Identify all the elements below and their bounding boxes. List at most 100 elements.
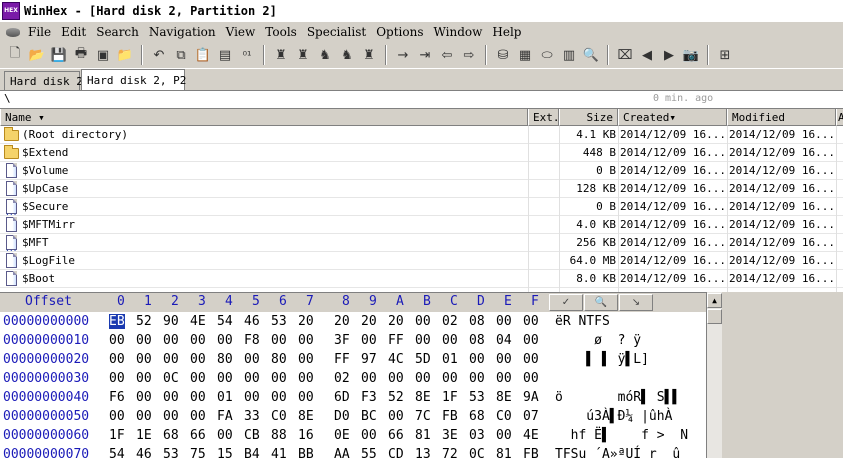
goto-sector-icon[interactable]: ⇥ — [414, 44, 436, 66]
hex-byte[interactable]: 00 — [523, 352, 539, 367]
hex-byte[interactable]: 53 — [469, 390, 485, 405]
copy-icon[interactable]: ⧉ — [170, 44, 192, 66]
hex-byte[interactable]: 00 — [190, 371, 206, 386]
tab-hard-disk-2-p2[interactable]: Hard disk 2, P2 — [81, 69, 186, 91]
hex-byte[interactable]: 00 — [190, 333, 206, 348]
hex-byte[interactable]: 1E — [136, 428, 152, 443]
next-icon[interactable]: ▶ — [658, 44, 680, 66]
hex-byte[interactable]: F3 — [361, 390, 377, 405]
hex-byte[interactable]: 0C — [163, 371, 179, 386]
hex-byte[interactable]: 08 — [469, 314, 485, 329]
hex-byte[interactable]: 80 — [217, 352, 233, 367]
hex-byte[interactable]: 04 — [496, 333, 512, 348]
disk-tools-icon[interactable]: ⬭ — [536, 44, 558, 66]
hex-byte[interactable]: 16 — [298, 428, 314, 443]
hex-byte[interactable]: 00 — [163, 333, 179, 348]
arrow-icon[interactable]: ↘ — [619, 294, 653, 311]
hex-byte[interactable]: FB — [442, 409, 458, 424]
find-icon[interactable]: 🔍 — [584, 294, 618, 311]
hex-byte[interactable]: B4 — [244, 447, 260, 458]
hex-byte[interactable]: 00 — [496, 352, 512, 367]
file-row[interactable]: $Volume 0 B 2014/12/09 16... 2014/12/09 16.… — [0, 162, 843, 180]
save-icon[interactable]: 💾 — [48, 44, 70, 66]
hex-byte[interactable]: 00 — [109, 352, 125, 367]
hex-byte[interactable]: CB — [244, 428, 260, 443]
print-icon[interactable]: 🖶 — [70, 44, 92, 66]
hex-byte[interactable]: 00 — [415, 314, 431, 329]
hex-byte[interactable]: 00 — [217, 333, 233, 348]
goto-offset-icon[interactable]: → — [392, 44, 414, 66]
hex-byte[interactable]: C0 — [271, 409, 287, 424]
hex-byte[interactable]: 00 — [442, 333, 458, 348]
hex-byte[interactable]: 55 — [361, 447, 377, 458]
ram-editor-icon[interactable]: ▦ — [514, 44, 536, 66]
hex-byte[interactable]: F8 — [244, 333, 260, 348]
hex-byte[interactable]: 00 — [244, 352, 260, 367]
hex-byte[interactable]: AA — [334, 447, 350, 458]
file-row[interactable]: $Boot 8.0 KB 2014/12/09 16... 2014/12/09 16… — [0, 270, 843, 288]
hex-byte[interactable]: 00 — [298, 333, 314, 348]
hex-byte[interactable]: 00 — [496, 428, 512, 443]
hex-byte[interactable]: 54 — [217, 314, 233, 329]
forward-icon[interactable]: ⇨ — [458, 44, 480, 66]
new-file-icon[interactable]: 🗋 — [4, 44, 26, 66]
hex-byte[interactable]: 00 — [469, 352, 485, 367]
text-column[interactable]: ú3À▌Ð¼ |ûhÀ — [555, 409, 672, 424]
hex-byte[interactable]: 00 — [271, 333, 287, 348]
menu-help[interactable]: Help — [487, 25, 526, 39]
column-header-created[interactable]: Created▾ — [618, 109, 727, 126]
hex-byte[interactable]: 07 — [523, 409, 539, 424]
hex-byte[interactable]: D0 — [334, 409, 350, 424]
hex-byte[interactable]: 00 — [415, 371, 431, 386]
hex-byte[interactable]: 52 — [136, 314, 152, 329]
menu-edit[interactable]: Edit — [56, 25, 91, 39]
hex-byte[interactable]: 53 — [163, 447, 179, 458]
column-header-name[interactable]: Name ▾ — [0, 109, 528, 126]
hex-byte[interactable]: 00 — [244, 371, 260, 386]
text-column[interactable]: ëR NTFS — [555, 314, 610, 329]
text-column[interactable]: ö móR▌ S▌▌ — [555, 390, 680, 405]
replace-hex-icon[interactable]: ♞ — [336, 44, 358, 66]
hex-byte[interactable]: 68 — [163, 428, 179, 443]
find-integer-icon[interactable]: ♜ — [358, 44, 380, 66]
hex-byte[interactable]: 97 — [361, 352, 377, 367]
clone-icon[interactable]: ⌧ — [614, 44, 636, 66]
column-header-modified[interactable]: Modified — [727, 109, 836, 126]
hex-byte[interactable]: 00 — [388, 371, 404, 386]
hex-byte[interactable]: 0E — [334, 428, 350, 443]
hex-byte[interactable]: 03 — [469, 428, 485, 443]
hex-byte[interactable]: 5D — [415, 352, 431, 367]
hex-byte[interactable]: 00 — [190, 390, 206, 405]
hex-editor[interactable]: Offset 0123456789ABCDEF ✓ 🔍 ↘ 0000000000… — [0, 292, 706, 458]
open-file-icon[interactable]: 📂 — [26, 44, 48, 66]
disk-menu-icon[interactable] — [6, 27, 20, 37]
calculator-icon[interactable]: ▥ — [558, 44, 580, 66]
file-row[interactable]: (Root directory) 4.1 KB 2014/12/09 16... 20… — [0, 126, 843, 144]
hex-byte[interactable]: 8E — [298, 409, 314, 424]
hex-byte[interactable]: 6D — [334, 390, 350, 405]
hex-byte[interactable]: 01 — [217, 390, 233, 405]
scroll-up-icon[interactable]: ▲ — [707, 293, 722, 308]
column-header-size[interactable]: Size — [559, 109, 618, 126]
hex-byte[interactable]: 46 — [136, 447, 152, 458]
hex-byte[interactable]: 00 — [523, 371, 539, 386]
hex-byte[interactable]: 9A — [523, 390, 539, 405]
hex-byte[interactable]: 00 — [109, 371, 125, 386]
hex-byte[interactable]: 00 — [469, 371, 485, 386]
hex-byte[interactable]: 00 — [298, 390, 314, 405]
properties-icon[interactable]: ▣ — [92, 44, 114, 66]
hex-byte[interactable]: 00 — [271, 371, 287, 386]
hex-byte[interactable]: BC — [361, 409, 377, 424]
hex-byte[interactable]: 00 — [298, 352, 314, 367]
disk-open-icon[interactable]: ⛁ — [492, 44, 514, 66]
undo-icon[interactable]: ↶ — [148, 44, 170, 66]
hex-byte[interactable]: 00 — [496, 314, 512, 329]
menu-view[interactable]: View — [221, 25, 261, 39]
hex-byte[interactable]: 90 — [163, 314, 179, 329]
find-text-icon[interactable]: ♜ — [270, 44, 292, 66]
search-icon[interactable]: 🔍 — [580, 44, 602, 66]
hex-byte[interactable]: 41 — [271, 447, 287, 458]
hex-byte[interactable]: 0C — [469, 447, 485, 458]
file-row[interactable]: $LogFile 64.0 MB 2014/12/09 16... 2014/12/0… — [0, 252, 843, 270]
menu-file[interactable]: File — [23, 25, 56, 39]
